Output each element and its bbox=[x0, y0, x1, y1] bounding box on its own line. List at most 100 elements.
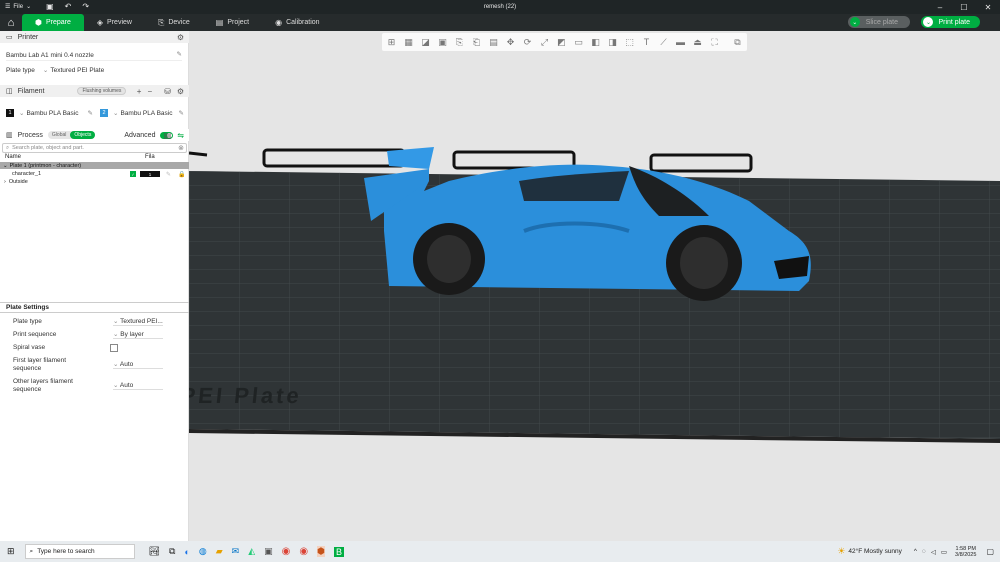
store-icon[interactable]: ▣ bbox=[264, 546, 273, 557]
copy-icon[interactable]: ⎘ bbox=[453, 36, 466, 49]
print-sequence-dropdown[interactable]: ⌄ By layer bbox=[113, 330, 163, 339]
chrome-icon[interactable]: ◉ bbox=[282, 546, 291, 557]
tree-plate-row[interactable]: ⌄ Plate 1 (printmon - character) bbox=[0, 162, 189, 169]
search-input[interactable]: Search plate, object and part. bbox=[12, 145, 84, 151]
tree-object-row[interactable]: character_1 ✓ 1 ✎ 🔒 bbox=[0, 170, 189, 178]
tab-project[interactable]: ▤ Project bbox=[203, 14, 262, 31]
delete-icon[interactable]: ▤ bbox=[487, 36, 500, 49]
scale-icon[interactable]: ⤢ bbox=[538, 36, 551, 49]
volume-icon[interactable]: ◁ bbox=[931, 548, 936, 556]
first-layer-dropdown[interactable]: ⌄ Auto bbox=[113, 360, 163, 369]
filament-color-swatch[interactable]: 2 bbox=[100, 109, 108, 117]
print-plate-button[interactable]: ⌄ Print plate bbox=[921, 16, 980, 28]
weather-text[interactable]: 42°F Mostly sunny bbox=[848, 548, 902, 555]
bambu-handy-icon[interactable]: B bbox=[333, 546, 344, 557]
view-mode-icon[interactable]: ⧉ bbox=[731, 36, 744, 49]
edit-icon[interactable]: ✎ bbox=[177, 52, 182, 59]
filament-name: Bambu PLA Basic bbox=[26, 109, 79, 117]
tab-prepare[interactable]: ⬢ Prepare bbox=[22, 14, 84, 31]
network-icon[interactable]: ◌ bbox=[922, 548, 926, 555]
brim-ears-icon[interactable]: ⛶ bbox=[708, 36, 721, 49]
save-icon[interactable]: ▣ bbox=[46, 3, 54, 11]
clear-search-icon[interactable]: ⊗ bbox=[178, 144, 184, 152]
edit-icon[interactable]: ✎ bbox=[166, 171, 171, 178]
plate-type-dropdown[interactable]: ⌄ Textured PEI... bbox=[113, 317, 163, 326]
task-view-icon[interactable]: ⧉ bbox=[169, 546, 175, 557]
tab-preview[interactable]: ◈ Preview bbox=[84, 14, 145, 31]
minimize-button[interactable]: – bbox=[928, 0, 952, 14]
sync-filament-icon[interactable]: ⛁ bbox=[164, 87, 171, 96]
add-object-icon[interactable]: ⊞ bbox=[385, 36, 398, 49]
seam-paint-icon[interactable]: ⬚ bbox=[623, 36, 636, 49]
add-plate-icon[interactable]: ▦ bbox=[402, 36, 415, 49]
text-icon[interactable]: T bbox=[640, 36, 653, 49]
weather-icon: ☀ bbox=[837, 546, 846, 556]
taskbar-search[interactable]: ⌕ Type here to search bbox=[24, 544, 135, 559]
arrange-icon[interactable]: ▣ bbox=[436, 36, 449, 49]
tree-outside-row[interactable]: › Outside bbox=[0, 178, 189, 185]
maximize-button[interactable]: ☐ bbox=[952, 0, 976, 14]
process-settings-icon[interactable]: ⇋ bbox=[177, 131, 184, 140]
other-layers-dropdown[interactable]: ⌄ Auto bbox=[113, 381, 163, 390]
taskbar-search-input[interactable]: Type here to search bbox=[37, 548, 94, 555]
printer-select[interactable]: Bambu Lab A1 mini 0.4 nozzle ✎ bbox=[6, 51, 182, 61]
edit-icon[interactable]: ✎ bbox=[179, 109, 184, 117]
filament-color-swatch[interactable]: 1 bbox=[6, 109, 14, 117]
auto-orient-icon[interactable]: ◪ bbox=[419, 36, 432, 49]
tree-col-name: Name bbox=[5, 154, 22, 160]
lock-icon[interactable]: 🔒 bbox=[178, 171, 185, 178]
windows-start-icon[interactable]: ⊞ bbox=[7, 546, 15, 557]
emboss-icon[interactable]: ⏏ bbox=[691, 36, 704, 49]
3d-viewport[interactable]: PEI Plate ⊞ ▦ ◪ ▣ ⎘ ⎗ ▤ ✥ ⟳ ⤢ ◩ ▭ ◧ ◨ ⬚ bbox=[189, 31, 1000, 541]
chevron-down-icon: ⌄ bbox=[113, 331, 119, 338]
filament-item-1[interactable]: 1 ⌄ Bambu PLA Basic ✎ bbox=[6, 109, 93, 117]
boolean-icon[interactable]: ◧ bbox=[589, 36, 602, 49]
add-filament-icon[interactable]: + bbox=[137, 87, 142, 96]
tray-chevron-icon[interactable]: ^ bbox=[914, 548, 917, 555]
widget-icon[interactable]: 🏞 bbox=[149, 546, 160, 557]
process-compare-icon[interactable]: ▤ bbox=[164, 131, 172, 140]
lay-on-face-icon[interactable]: ◩ bbox=[555, 36, 568, 49]
outlook-icon[interactable]: ✉ bbox=[232, 546, 240, 557]
battery-icon[interactable]: ▭ bbox=[941, 548, 947, 556]
object-filament-select[interactable]: 1 bbox=[140, 171, 160, 177]
close-button[interactable]: ✕ bbox=[976, 0, 1000, 14]
object-search[interactable]: ⌕ Search plate, object and part. ⊗ bbox=[2, 143, 187, 153]
process-global-tab[interactable]: Global bbox=[48, 131, 70, 139]
tab-device[interactable]: ⎘ Device bbox=[145, 14, 203, 31]
bambu-studio-icon[interactable]: ⬢ bbox=[317, 546, 325, 557]
assembly-icon[interactable]: ▬ bbox=[674, 36, 687, 49]
photos-icon[interactable]: ◭ bbox=[248, 546, 255, 557]
tab-calibration[interactable]: ◉ Calibration bbox=[262, 14, 332, 31]
printer-settings-icon[interactable]: ⚙ bbox=[177, 33, 184, 42]
file-explorer-icon[interactable]: ▰ bbox=[216, 546, 223, 557]
file-menu[interactable]: ☰ File ⌄ bbox=[0, 0, 36, 14]
filament-item-2[interactable]: 2 ⌄ Bambu PLA Basic ✎ bbox=[100, 109, 184, 117]
paste-icon[interactable]: ⎗ bbox=[470, 36, 483, 49]
remove-filament-icon[interactable]: − bbox=[147, 87, 152, 96]
edge-icon[interactable]: ◍ bbox=[199, 546, 207, 557]
spiral-vase-checkbox[interactable] bbox=[110, 343, 118, 352]
expand-icon: › bbox=[4, 178, 6, 185]
measure-icon[interactable]: ⟋ bbox=[657, 36, 670, 49]
notification-icon[interactable]: ▢ bbox=[986, 547, 994, 556]
home-button[interactable]: ⌂ bbox=[0, 14, 22, 31]
slice-plate-button[interactable]: ⌄ Slice plate bbox=[847, 16, 910, 28]
plate-type-select[interactable]: Textured PEI Plate bbox=[50, 67, 104, 74]
copilot-icon[interactable]: ◐ bbox=[184, 547, 189, 557]
edit-icon[interactable]: ✎ bbox=[88, 109, 93, 117]
cut-icon[interactable]: ▭ bbox=[572, 36, 585, 49]
visible-check-icon[interactable]: ✓ bbox=[130, 171, 136, 177]
undo-icon[interactable]: ↶ bbox=[65, 3, 72, 11]
move-icon[interactable]: ✥ bbox=[504, 36, 517, 49]
preview-icon: ◈ bbox=[96, 17, 104, 27]
process-header-label: Process bbox=[17, 131, 43, 139]
rotate-icon[interactable]: ⟳ bbox=[521, 36, 534, 49]
filament-settings-icon[interactable]: ⚙ bbox=[177, 87, 184, 96]
redo-icon[interactable]: ↷ bbox=[82, 3, 89, 11]
chrome-profile-icon[interactable]: ◉ bbox=[299, 546, 308, 557]
process-objects-tab[interactable]: Objects bbox=[70, 131, 96, 139]
flushing-volumes-button[interactable]: Flushing volumes bbox=[77, 87, 127, 95]
support-paint-icon[interactable]: ◨ bbox=[606, 36, 619, 49]
clock[interactable]: 1:58 PM 3/8/2025 bbox=[955, 546, 976, 558]
